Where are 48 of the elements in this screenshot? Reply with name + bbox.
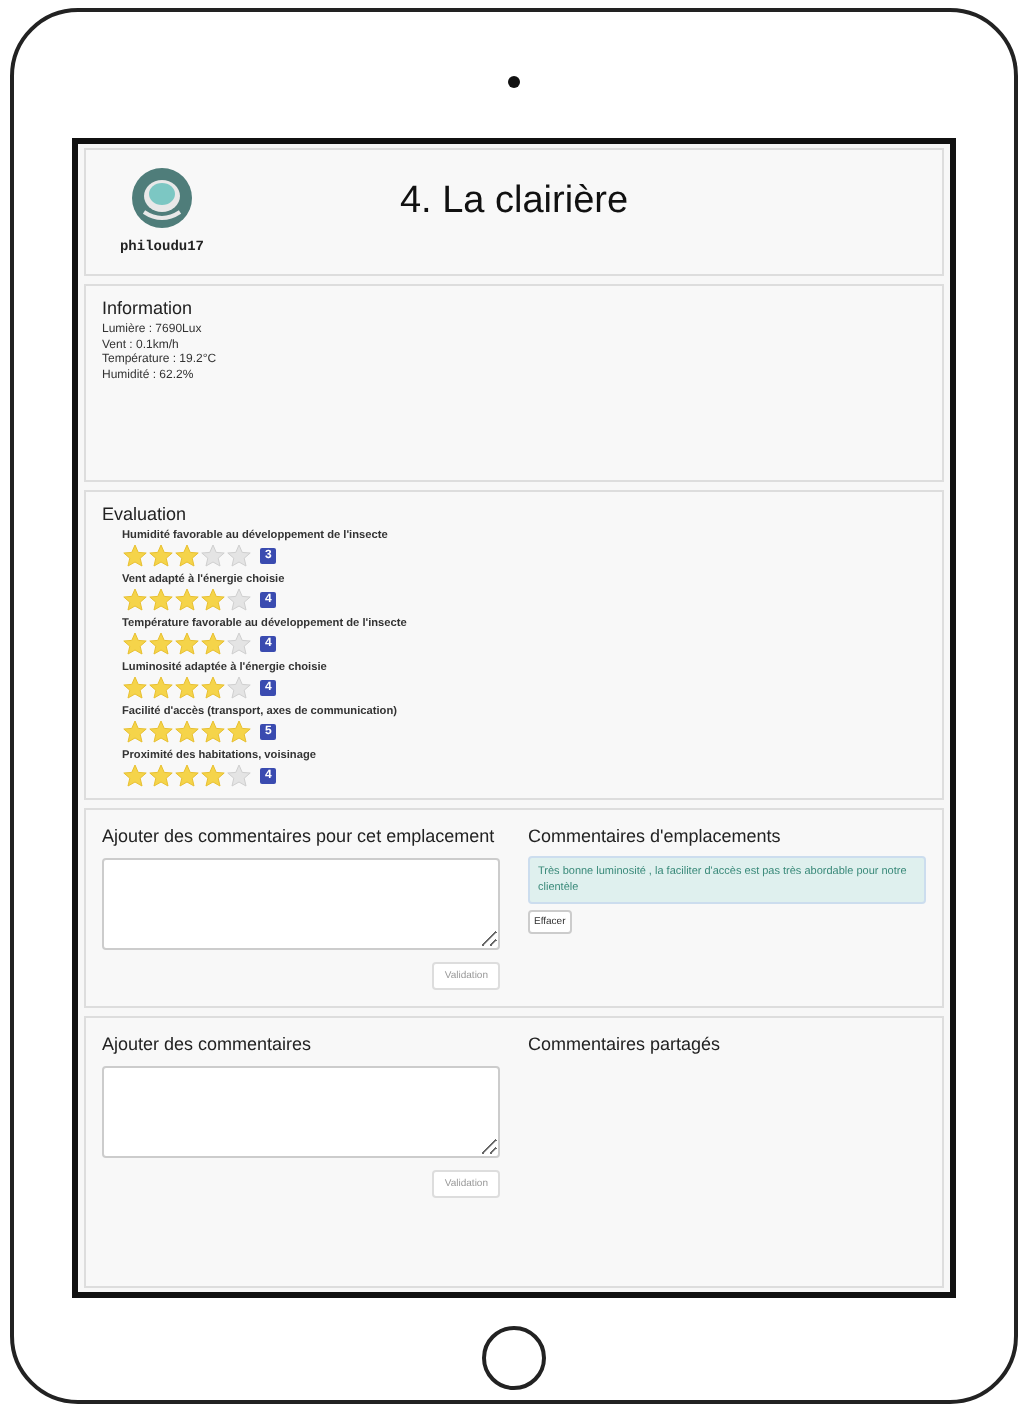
star-icon xyxy=(200,544,226,568)
star-rating[interactable] xyxy=(122,544,252,568)
star-rating[interactable] xyxy=(122,676,252,700)
comment-field[interactable] xyxy=(102,1066,500,1158)
star-rating[interactable] xyxy=(122,764,252,788)
star-icon xyxy=(200,720,226,744)
avatar-icon xyxy=(132,168,192,228)
camera-icon xyxy=(508,76,520,88)
star-icon xyxy=(226,764,252,788)
comment-field[interactable] xyxy=(102,858,500,950)
star-icon xyxy=(200,676,226,700)
star-icon xyxy=(148,676,174,700)
star-icon xyxy=(174,676,200,700)
star-icon xyxy=(174,588,200,612)
star-icon xyxy=(122,676,148,700)
star-icon xyxy=(174,720,200,744)
star-rating[interactable] xyxy=(122,588,252,612)
star-icon xyxy=(122,544,148,568)
star-icon xyxy=(148,720,174,744)
section-heading: Evaluation xyxy=(102,504,189,524)
star-icon xyxy=(122,764,148,788)
star-icon xyxy=(226,588,252,612)
section-heading: Information xyxy=(102,298,195,318)
star-icon xyxy=(226,544,252,568)
star-rating[interactable] xyxy=(122,720,252,744)
section-heading: Commentaires partagés xyxy=(528,1034,723,1054)
star-icon xyxy=(226,632,252,656)
star-icon xyxy=(148,544,174,568)
star-rating[interactable] xyxy=(122,632,252,656)
star-icon xyxy=(174,632,200,656)
section-heading: Commentaires d'emplacements xyxy=(528,826,783,846)
star-icon xyxy=(174,764,200,788)
star-icon xyxy=(200,588,226,612)
star-icon xyxy=(200,764,226,788)
star-icon xyxy=(200,632,226,656)
star-icon xyxy=(174,544,200,568)
star-icon xyxy=(226,676,252,700)
star-icon xyxy=(122,720,148,744)
star-icon xyxy=(122,632,148,656)
star-icon xyxy=(148,588,174,612)
section-heading: Ajouter des commentaires pour cet emplacement xyxy=(102,826,497,846)
section-heading: Ajouter des commentaires xyxy=(102,1034,314,1054)
star-icon xyxy=(148,764,174,788)
star-icon xyxy=(226,720,252,744)
star-icon xyxy=(122,588,148,612)
page-title: 4. La clairière xyxy=(397,180,631,224)
star-icon xyxy=(148,632,174,656)
home-button[interactable] xyxy=(482,1326,546,1390)
